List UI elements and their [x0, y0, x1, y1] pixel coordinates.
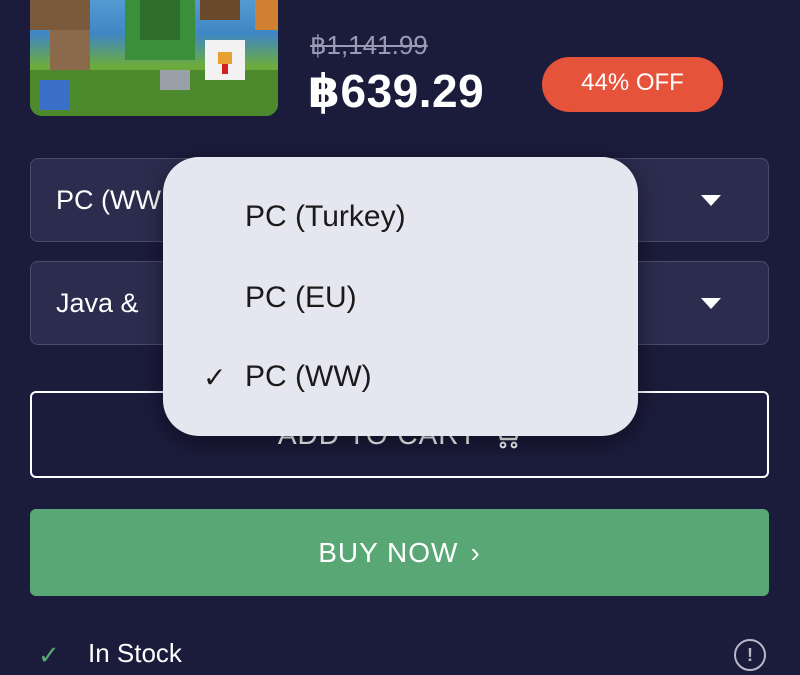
- dropdown-option-label: PC (EU): [245, 281, 357, 314]
- buy-now-button[interactable]: BUY NOW ›: [30, 509, 769, 596]
- platform-select-value: PC (WW: [56, 185, 161, 215]
- dropdown-option-label: PC (WW): [245, 360, 372, 393]
- chevron-right-icon: ›: [470, 536, 481, 568]
- chevron-down-icon: [701, 298, 721, 309]
- discount-label: 44% OFF: [581, 68, 684, 96]
- chevron-down-icon: [701, 195, 721, 206]
- edition-select-value: Java &: [56, 288, 139, 318]
- dropdown-option-pc-turkey[interactable]: PC (Turkey): [163, 187, 638, 247]
- check-icon: ✓: [38, 640, 60, 670]
- dropdown-option-label: PC (Turkey): [245, 200, 406, 233]
- sale-price: ฿639.29: [308, 65, 485, 117]
- region-dropdown-menu: PC (Turkey) PC (EU) ✓ PC (WW): [163, 157, 638, 436]
- product-page: ฿1,141.99 ฿639.29 44% OFF PC (WW Java & …: [0, 0, 800, 675]
- product-thumbnail: [30, 0, 278, 116]
- dropdown-option-pc-ww[interactable]: ✓ PC (WW): [163, 347, 638, 407]
- original-price: ฿1,141.99: [310, 30, 428, 60]
- discount-badge: 44% OFF: [542, 57, 723, 112]
- stock-status: In Stock: [88, 638, 182, 668]
- info-icon[interactable]: !: [734, 639, 766, 671]
- check-icon: ✓: [203, 361, 227, 393]
- dropdown-option-pc-eu[interactable]: PC (EU): [163, 268, 638, 328]
- buy-now-label: BUY NOW: [318, 536, 459, 568]
